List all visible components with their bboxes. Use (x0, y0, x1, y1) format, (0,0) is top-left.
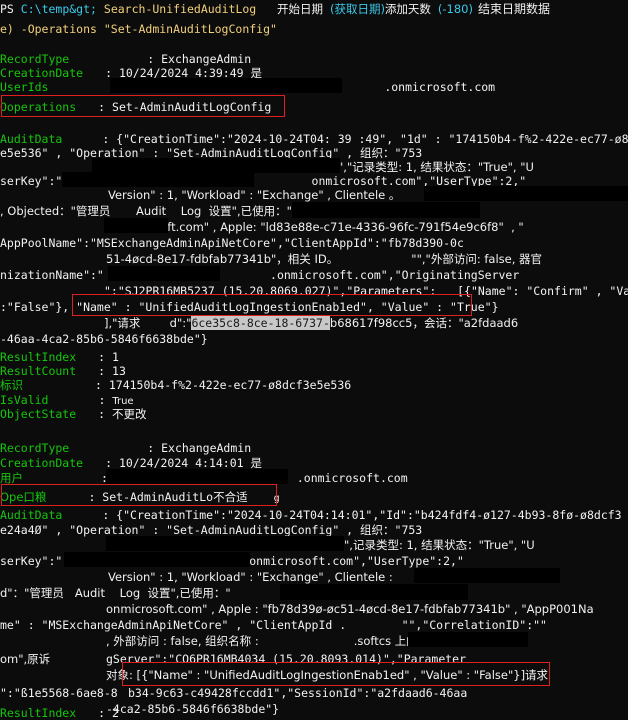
record2-operations-row: Ope口粮: Set-AdminAuditLo不合适 g (0, 490, 280, 504)
record1-auditdata-line-5: , Objected："管理员 Audit Log 设置",已使用：" (0, 204, 292, 218)
record2-auditdata-row: AuditData: {"CreationTime":"2024-10-24T0… (0, 508, 622, 522)
record2-auditdata-line-7: me" : "MSExchangeAdminApiNetCore" , "Cli… (0, 618, 547, 632)
record2-userids-key: 用户 (0, 471, 23, 485)
record2-recordtype-row: RecordType: ExchangeAdmin (0, 441, 252, 455)
record2-prefix-om: om",原诉 (0, 652, 51, 666)
record2-auditdata-line-12: -4ca2-85b6-5846f6638bde"} (106, 702, 280, 716)
redaction-bar-2c (414, 568, 560, 583)
record2-userids-value-tail: .onmicrosoft.com (296, 471, 408, 485)
record1-auditdata-line-4: Version" : 1, "Workload" : "Exchange" , … (108, 188, 401, 202)
request-id-selection[interactable]: 6ce35c8-8ce-18-6737- (191, 316, 330, 330)
record1-auditdata-line-8: 51-4øcd-8e17-fdbfab77341b"，相关 ID。 "","外部… (106, 252, 543, 266)
record1-resultindex-row: ResultIndex: 1 (0, 350, 119, 364)
record1-resultcount-value: 13 (112, 364, 126, 378)
record1-auditdata-row: AuditData: {"CreationTime":"2024-10-24T0… (0, 132, 628, 146)
record2-auditdata-line-0: {"CreationTime":"2024-10-24T04:14:01","I… (116, 508, 622, 522)
record1-auditdata-line-12: ],"请求 d":"6ce35c8-8ce-18-6737-b68617f98c… (104, 316, 518, 330)
record2-operations-value-cn: 不合适 (213, 490, 248, 504)
record2-recordtype-value: ExchangeAdmin (161, 441, 252, 455)
record2-auditdata-line-2: ",记录类型: 1, 结果状态："True", "U (344, 538, 535, 552)
command-line-1: PS C:\temp&gt; Search-UnifiedAuditLog 开始… (0, 2, 473, 16)
redaction-bar-1f (108, 266, 220, 281)
record1-creationdate-key: CreationDate (0, 66, 84, 80)
record1-resultindex-key: ResultIndex (0, 350, 77, 364)
record1-auditdata-line-13: -46aa-4ca2-85b6-5846f6638bde"} (0, 332, 208, 346)
redaction-bar-2d (280, 584, 468, 600)
redaction-bar-1a (92, 158, 340, 173)
record1-resultcount-row: ResultCount: 13 (0, 364, 126, 378)
redaction-bar-1b (62, 172, 254, 187)
command-line-2: e) -Operations "Set-AdminAuditLogConfig" (0, 22, 277, 36)
record1-recordtype-key: RecordType (0, 52, 70, 66)
redaction-bar-2b (64, 552, 250, 567)
redaction-bar-1e (104, 218, 168, 233)
record1-objectstate-key: ObjectState (0, 407, 77, 421)
record1-operations-row: Ooperations: Set-AdminAuditLogConfig (0, 100, 272, 114)
record2-auditdata-line-10: 对象: [{"Name" : "UnifiedAuditLogIngestion… (106, 668, 549, 682)
record1-identity-row: 标识: 174150b4-f%2-422e-ec77-ø8dcf3e5e536 (0, 378, 352, 392)
record2-auditdata-line-11: b34-9c63-c49428fccdd1","SessionId":"a2fd… (128, 686, 468, 700)
record1-resultindex-value: 1 (112, 350, 119, 364)
arg-get-date: (获取日期) (329, 2, 385, 16)
redaction-bar-1c (424, 186, 628, 201)
record1-recordtype-value: ExchangeAdmin (161, 52, 252, 66)
record2-prefix-id: ":"ß1e5568-6ae8-8 (0, 686, 118, 700)
record1-auditdata-line-9: nizationName":" .onmicrosoft.com","Origi… (0, 268, 520, 282)
redaction-bar-2a (106, 536, 344, 551)
redaction-bar-2e (408, 632, 528, 647)
record1-isvalid-row: IsValid: True (0, 393, 134, 407)
end-date-annotation: 结束日期数据 (478, 2, 551, 16)
prompt-path: C:\temp&gt; (20, 2, 97, 16)
record1-operations-value: Set-AdminAuditLogConfig (112, 100, 272, 114)
record2-creationdate-suffix: 是 (250, 456, 263, 470)
record2-operations-key: Ope口粮 (0, 490, 47, 504)
record2-resultindex-key: ResultIndex (0, 706, 77, 720)
record1-userids-key: UserIds (0, 80, 49, 94)
cmdlet-name: Search-UnifiedAuditLog (103, 2, 257, 16)
record1-operations-key: Ooperations (0, 100, 77, 114)
record1-request-label: ],"请求 d":" (104, 316, 192, 330)
record2-resultindex-row: ResultIndex: 2 (0, 706, 119, 720)
record1-objectstate-row: ObjectState: 不更改 (0, 407, 147, 421)
prompt-label: PS (0, 2, 14, 16)
record2-auditdata-line-6: onmicrosoft.com" , Apple : "fb78d39ø-øc5… (106, 602, 594, 616)
record2-auditdata-key: AuditData (0, 508, 63, 522)
record2-operations-value: Set-AdminAuditLo (102, 490, 214, 504)
arg-days-value: (-180) (437, 2, 473, 16)
record2-creationdate-key: CreationDate (0, 456, 84, 470)
record1-identity-value: 174150b4-f%2-422e-ec77-ø8dcf3e5e536 (108, 378, 352, 392)
record1-recordtype-row: RecordType: ExchangeAdmin (0, 52, 252, 66)
record2-operations-value-g: g (273, 493, 280, 504)
record1-auditdata-line-2: ","记录类型: 1, 结果状态："True", "U (338, 160, 534, 174)
record1-identity-key: 标识 (0, 378, 23, 392)
record1-auditdata-line-11: :"False"}, "Name" : "UnifiedAuditLogInge… (0, 300, 499, 314)
record2-resultindex-value: 2 (112, 706, 119, 720)
record2-auditdata-line-8: , 外部访问 : false, 组织名称 : .softcs 上的 (106, 634, 418, 648)
record1-isvalid-value: True (112, 396, 134, 407)
redaction-bar-userids-2 (106, 469, 288, 484)
record2-creationdate-value: 10/24/2024 4:14:01 (118, 456, 244, 470)
record2-creationdate-row: CreationDate: 10/24/2024 4:14:01 是 (0, 456, 263, 470)
record1-objectstate-value: 不更改 (112, 407, 147, 421)
record1-auditdata-key: AuditData (0, 132, 63, 146)
record1-auditdata-line-0: {"CreationTime":"2024-10-24T04: 39 :49",… (116, 132, 628, 146)
arg-start-date: 开始日期 (277, 2, 324, 16)
record1-auditdata-line-10: ":"SJ2PR16MB5237 (15.20.8069.027)","Para… (104, 284, 628, 298)
record1-auditdata-line-7: AppPoolName":"MSExchangeAdminApiNetCore"… (0, 236, 464, 250)
record2-auditdata-line-9: gServer":"CO6PR16MB4034 (15.20.8093.014)… (106, 652, 467, 666)
powershell-terminal[interactable]: PS C:\temp&gt; Search-UnifiedAuditLog 开始… (0, 0, 628, 720)
record1-userids-value-tail: .onmicrosoft.com (384, 80, 496, 94)
record2-recordtype-key: RecordType (0, 441, 70, 455)
redaction-bar-1d (292, 202, 480, 218)
record1-resultcount-key: ResultCount (0, 364, 77, 378)
record2-auditdata-line-1: e24a4Ø" , "Operation" : "Set-AdminAuditL… (0, 523, 423, 537)
arg-add-days: 添加天数 (384, 2, 431, 16)
record2-auditdata-line-5: d"："管理员 Audit Log 设置",已使用：" (0, 586, 231, 600)
record1-isvalid-key: IsValid (0, 393, 49, 407)
record1-request-tail: b68617f98cc5，会话："a2fdaad6 (329, 316, 519, 330)
redaction-bar-userids-1 (110, 78, 342, 93)
